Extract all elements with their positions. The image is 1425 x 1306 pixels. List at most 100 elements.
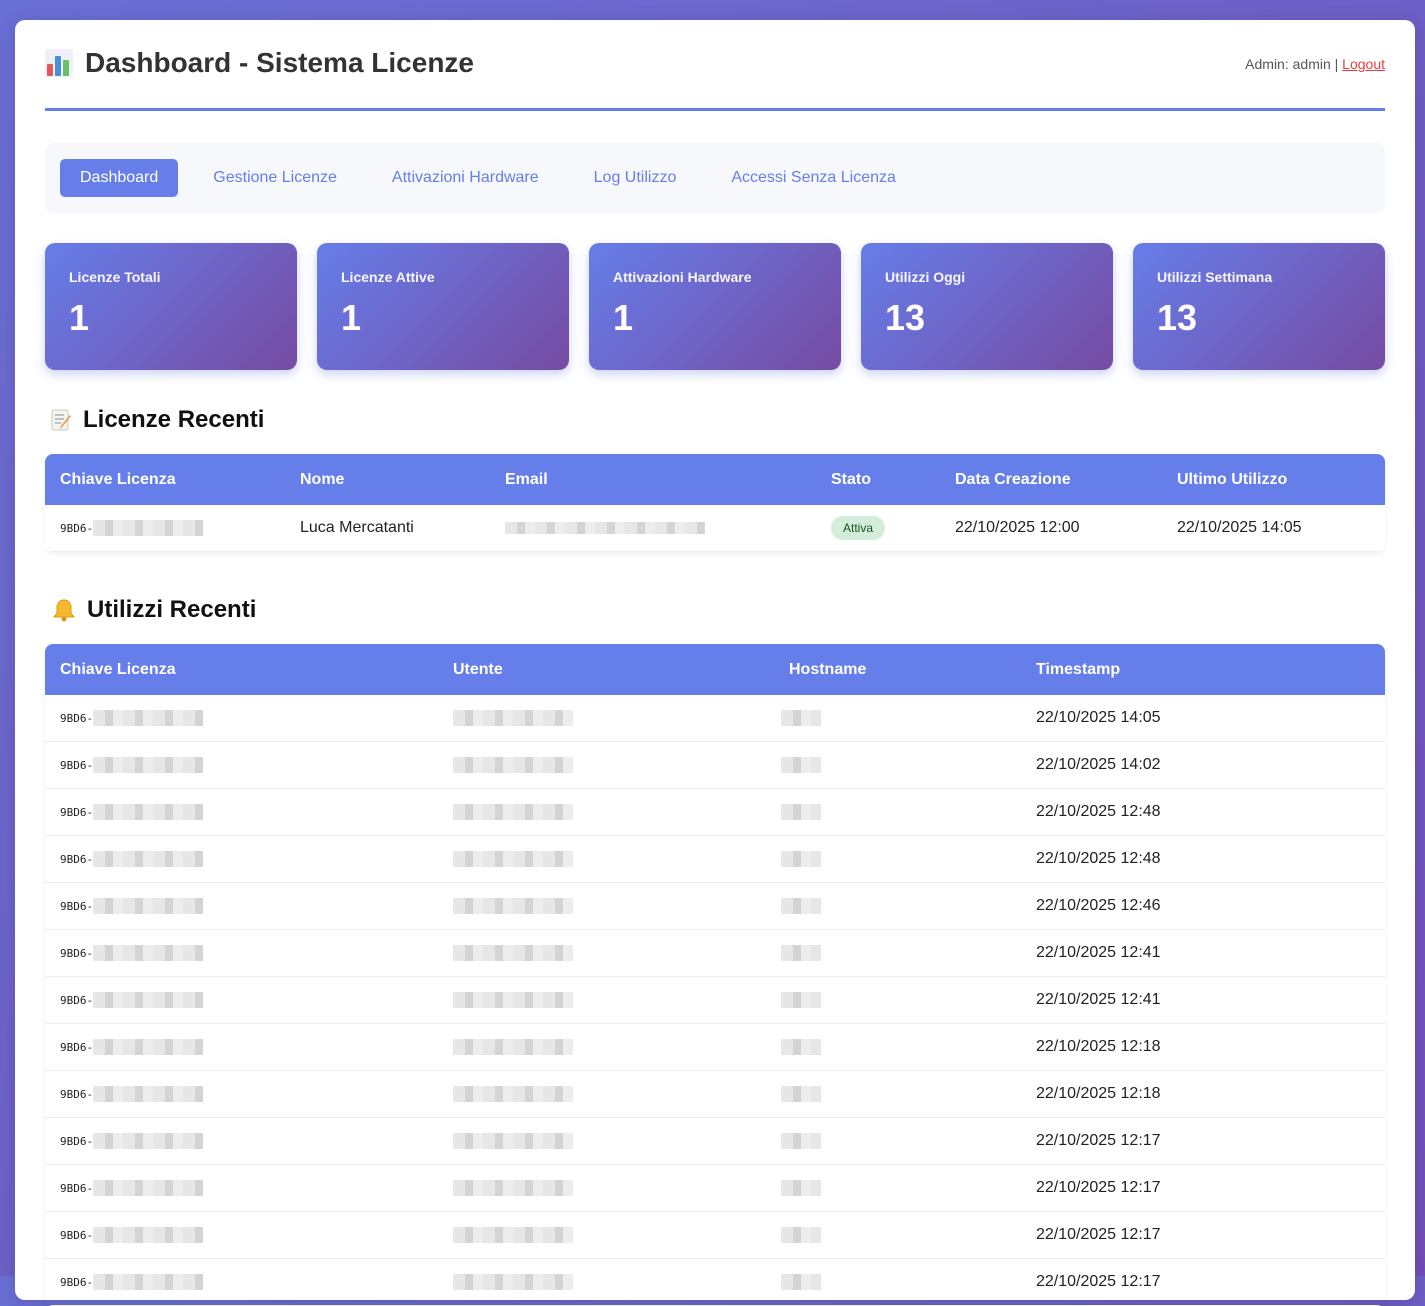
column-header[interactable]: Stato bbox=[816, 454, 940, 505]
license-key-prefix: 9BD6- bbox=[60, 806, 94, 819]
user-cell bbox=[438, 788, 774, 836]
stat-value: 1 bbox=[341, 297, 362, 338]
redacted-block bbox=[781, 756, 821, 773]
hostname-cell bbox=[774, 741, 1021, 789]
nav-accessi-senza-licenza[interactable]: Accessi Senza Licenza bbox=[711, 159, 916, 197]
table-row[interactable]: 9BD6- Luca Mercatanti Attiva 22/10/2025 … bbox=[45, 505, 1385, 552]
license-key-cell: 9BD6- bbox=[45, 741, 438, 789]
table-row[interactable]: 9BD6- 22/10/2025 12:18 bbox=[45, 1070, 1385, 1118]
nav-bar: Dashboard Gestione Licenze Attivazioni H… bbox=[45, 143, 1385, 213]
user-cell bbox=[438, 1117, 774, 1165]
table-row[interactable]: 9BD6- 22/10/2025 12:46 bbox=[45, 882, 1385, 930]
column-header[interactable]: Hostname bbox=[774, 644, 1021, 695]
redacted-block bbox=[453, 1179, 573, 1196]
license-key-cell: 9BD6- bbox=[45, 695, 438, 742]
hostname-cell bbox=[774, 1164, 1021, 1212]
column-header[interactable]: Data Creazione bbox=[940, 454, 1162, 505]
redacted-block bbox=[93, 519, 204, 536]
stat-label: Licenze Attive bbox=[341, 269, 435, 285]
redacted-block bbox=[781, 1038, 821, 1055]
table-row[interactable]: 9BD6- 22/10/2025 12:17 bbox=[45, 1211, 1385, 1259]
page-header: Dashboard - Sistema Licenze Admin: admin… bbox=[45, 20, 1385, 111]
column-header[interactable]: Email bbox=[490, 454, 816, 505]
redacted-block bbox=[453, 944, 573, 961]
table-row[interactable]: 9BD6- 22/10/2025 12:18 bbox=[45, 1023, 1385, 1071]
page-title-text: Dashboard - Sistema Licenze bbox=[85, 47, 475, 78]
user-cell bbox=[438, 1258, 774, 1306]
stat-label: Utilizzi Settimana bbox=[1157, 269, 1273, 285]
table-row[interactable]: 9BD6- 22/10/2025 12:17 bbox=[45, 1117, 1385, 1165]
redacted-block bbox=[781, 991, 821, 1008]
timestamp-cell: 22/10/2025 12:17 bbox=[1021, 1164, 1385, 1212]
column-header[interactable]: Ultimo Utilizzo bbox=[1162, 454, 1385, 505]
license-key-prefix: 9BD6- bbox=[60, 900, 94, 913]
user-cell bbox=[438, 741, 774, 789]
column-header[interactable]: Nome bbox=[285, 454, 490, 505]
redacted-block bbox=[781, 803, 821, 820]
hostname-cell bbox=[774, 882, 1021, 930]
table-row[interactable]: 9BD6- 22/10/2025 14:02 bbox=[45, 741, 1385, 789]
timestamp-cell: 22/10/2025 12:17 bbox=[1021, 1211, 1385, 1259]
table-row[interactable]: 9BD6- 22/10/2025 12:17 bbox=[45, 1258, 1385, 1306]
table-row[interactable]: 9BD6- 22/10/2025 12:41 bbox=[45, 929, 1385, 977]
timestamp-cell: 22/10/2025 12:17 bbox=[1021, 1258, 1385, 1306]
redacted-block bbox=[453, 756, 573, 773]
redacted-block bbox=[93, 756, 204, 773]
redacted-block bbox=[781, 944, 821, 961]
nav-attivazioni-hardware[interactable]: Attivazioni Hardware bbox=[372, 159, 559, 197]
email-cell bbox=[490, 505, 816, 552]
stat-value: 1 bbox=[613, 297, 634, 338]
redacted-block bbox=[453, 1038, 573, 1055]
table-row[interactable]: 9BD6- 22/10/2025 14:05 bbox=[45, 695, 1385, 742]
hostname-cell bbox=[774, 1023, 1021, 1071]
column-header[interactable]: Chiave Licenza bbox=[45, 644, 438, 695]
nav-gestione-licenze[interactable]: Gestione Licenze bbox=[193, 159, 357, 197]
nav-log-utilizzo[interactable]: Log Utilizzo bbox=[574, 159, 697, 197]
redacted-block bbox=[93, 897, 204, 914]
table-row[interactable]: 9BD6- 22/10/2025 12:48 bbox=[45, 788, 1385, 836]
table-header-row: Chiave Licenza Utente Hostname Timestamp bbox=[45, 644, 1385, 695]
timestamp-cell: 22/10/2025 12:41 bbox=[1021, 929, 1385, 977]
user-cell bbox=[438, 1070, 774, 1118]
status-cell: Attiva bbox=[816, 505, 940, 552]
redacted-block bbox=[505, 521, 705, 534]
table-row[interactable]: 9BD6- 22/10/2025 12:48 bbox=[45, 835, 1385, 883]
license-key-prefix: 9BD6- bbox=[60, 994, 94, 1007]
redacted-block bbox=[453, 897, 573, 914]
hostname-cell bbox=[774, 1211, 1021, 1259]
redacted-block bbox=[781, 850, 821, 867]
column-header[interactable]: Utente bbox=[438, 644, 774, 695]
redacted-block bbox=[453, 1085, 573, 1102]
stat-card-utilizzi-oggi: Utilizzi Oggi 13 bbox=[861, 243, 1113, 370]
user-cell bbox=[438, 929, 774, 977]
nav-dashboard[interactable]: Dashboard bbox=[60, 159, 179, 197]
license-key-prefix: 9BD6- bbox=[60, 1182, 94, 1195]
table-row[interactable]: 9BD6- 22/10/2025 12:41 bbox=[45, 976, 1385, 1024]
timestamp-cell: 22/10/2025 14:05 bbox=[1021, 695, 1385, 742]
table-header-row: Chiave Licenza Nome Email Stato Data Cre… bbox=[45, 454, 1385, 505]
hostname-cell bbox=[774, 1258, 1021, 1306]
column-header[interactable]: Chiave Licenza bbox=[45, 454, 285, 505]
redacted-block bbox=[93, 1179, 204, 1196]
redacted-block bbox=[453, 1226, 573, 1243]
memo-icon bbox=[51, 409, 71, 431]
license-key-cell: 9BD6- bbox=[45, 1117, 438, 1165]
stat-label: Licenze Totali bbox=[69, 269, 161, 285]
redacted-block bbox=[93, 850, 204, 867]
stat-label: Attivazioni Hardware bbox=[613, 269, 752, 285]
hostname-cell bbox=[774, 788, 1021, 836]
stats-row: Licenze Totali 1 Licenze Attive 1 Attiva… bbox=[45, 243, 1385, 370]
license-key-cell: 9BD6- bbox=[45, 929, 438, 977]
license-key-prefix: 9BD6- bbox=[60, 1088, 94, 1101]
recent-usage-heading: Utilizzi Recenti bbox=[51, 596, 1385, 624]
stat-card-utilizzi-settimana: Utilizzi Settimana 13 bbox=[1133, 243, 1385, 370]
table-row[interactable]: 9BD6- 22/10/2025 12:17 bbox=[45, 1164, 1385, 1212]
user-cell bbox=[438, 1023, 774, 1071]
column-header[interactable]: Timestamp bbox=[1021, 644, 1385, 695]
hostname-cell bbox=[774, 695, 1021, 742]
license-key-prefix: 9BD6- bbox=[60, 853, 94, 866]
hostname-cell bbox=[774, 1117, 1021, 1165]
logout-link[interactable]: Logout bbox=[1342, 56, 1385, 72]
redacted-block bbox=[93, 1226, 204, 1243]
license-key-cell: 9BD6- bbox=[45, 1023, 438, 1071]
